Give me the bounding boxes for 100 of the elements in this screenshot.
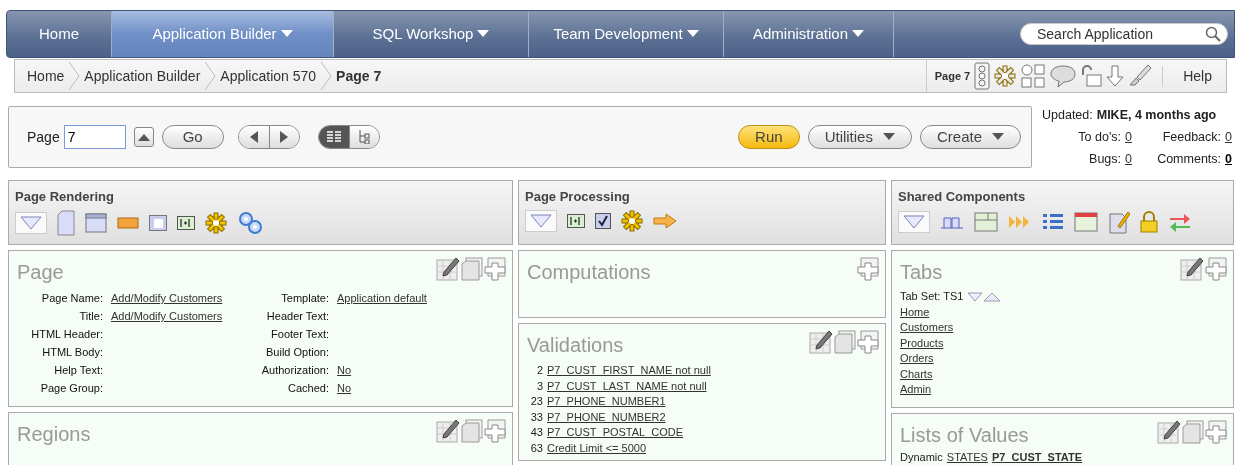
up-button[interactable] bbox=[133, 127, 154, 147]
settings-icon[interactable] bbox=[994, 65, 1017, 87]
tab-link[interactable]: Admin bbox=[900, 383, 932, 396]
validation-link[interactable]: Credit Limit <= 5000 bbox=[547, 440, 647, 457]
traffic-light-icon[interactable] bbox=[974, 62, 991, 90]
edit-icon[interactable] bbox=[1180, 257, 1204, 282]
triangle-icon bbox=[530, 213, 552, 228]
counter-link[interactable]: 0 bbox=[1125, 127, 1132, 147]
breadcrumb-current[interactable]: Page 7 bbox=[332, 65, 386, 87]
create-icon[interactable] bbox=[484, 257, 506, 282]
lov-item[interactable]: P7_CUST_STATE bbox=[991, 450, 1082, 465]
breadcrumb-link[interactable]: Application Builder bbox=[80, 65, 205, 87]
field-label: Title: bbox=[78, 309, 103, 325]
paintbrush-icon[interactable] bbox=[1108, 209, 1130, 234]
tab-link[interactable]: Products bbox=[900, 336, 944, 349]
validation-link[interactable]: P7_CUST_POSTAL_CODE bbox=[547, 425, 684, 441]
tab-link[interactable]: Orders bbox=[900, 352, 934, 365]
create-icon[interactable] bbox=[1205, 420, 1227, 445]
validation-link[interactable]: P7_CUST_LAST_NAME not null bbox=[547, 378, 707, 395]
dropdown-triangle-button[interactable] bbox=[525, 209, 557, 232]
page-number-field[interactable]: 7 bbox=[63, 125, 126, 149]
caret-icon bbox=[992, 133, 1004, 141]
tab-set-label: Tab Set: TS1 bbox=[900, 289, 964, 305]
nav-tab[interactable]: Team Development bbox=[529, 11, 724, 57]
counter-label: Bugs: bbox=[1089, 150, 1122, 168]
edit-icon[interactable] bbox=[436, 257, 460, 282]
field-link[interactable]: Add/Modify Customers bbox=[111, 289, 239, 308]
edit-icon[interactable] bbox=[436, 419, 460, 444]
page-icon[interactable] bbox=[57, 209, 75, 236]
field-label: Footer Text: bbox=[270, 327, 329, 343]
search-field[interactable]: Search Application bbox=[1020, 23, 1228, 45]
create-icon[interactable] bbox=[857, 257, 879, 282]
window-icon[interactable] bbox=[85, 212, 107, 233]
field-link[interactable]: Application default bbox=[337, 289, 504, 308]
sequence-number: 3 bbox=[535, 378, 543, 394]
dropdown-triangle-button[interactable] bbox=[898, 210, 930, 233]
go-button[interactable]: Go bbox=[161, 125, 224, 149]
help-link[interactable]: Help bbox=[1162, 65, 1226, 87]
shapes-icon[interactable] bbox=[1020, 63, 1047, 89]
counter-link[interactable]: 0 bbox=[1125, 149, 1132, 169]
counter-link[interactable]: 0 bbox=[1225, 127, 1232, 147]
nav-tab[interactable]: Administration bbox=[724, 11, 894, 57]
left-triangle-icon bbox=[249, 131, 258, 143]
search-icon[interactable] bbox=[1205, 26, 1221, 42]
next-button[interactable] bbox=[268, 126, 299, 148]
sort-triangles-icon[interactable] bbox=[967, 292, 1002, 302]
tab-link[interactable]: Home bbox=[900, 305, 930, 318]
unlocked-padlock-icon[interactable] bbox=[1080, 65, 1103, 87]
speech-bubble-icon[interactable] bbox=[1050, 64, 1077, 88]
text-field-icon[interactable] bbox=[149, 214, 167, 231]
arrow-icon[interactable] bbox=[653, 212, 677, 229]
previous-button[interactable] bbox=[238, 126, 269, 148]
sequence-number: 43 bbox=[529, 425, 543, 441]
tabs-icon[interactable] bbox=[940, 214, 964, 229]
up-triangle-icon bbox=[137, 133, 150, 141]
breadcrumb-link[interactable]: Home bbox=[23, 65, 69, 87]
tab-link[interactable]: Customers bbox=[900, 321, 954, 334]
run-button[interactable]: Run bbox=[738, 125, 800, 149]
calculation-icon[interactable] bbox=[567, 213, 585, 228]
lock-icon[interactable] bbox=[1140, 210, 1158, 233]
page-indicator: Page 7 bbox=[934, 68, 971, 84]
utilities-button[interactable]: Utilities bbox=[807, 125, 912, 149]
validation-link[interactable]: P7_PHONE_NUMBER1 bbox=[547, 394, 666, 410]
create-icon[interactable] bbox=[857, 330, 879, 355]
panel-title: Lists of Values bbox=[900, 423, 1029, 449]
tab-link[interactable]: Charts bbox=[900, 367, 933, 380]
field-link[interactable]: No bbox=[337, 379, 504, 398]
caret-icon bbox=[882, 133, 895, 141]
field-label: Template: bbox=[280, 291, 329, 307]
region-icon[interactable] bbox=[974, 211, 998, 232]
dropdown-triangle-button[interactable] bbox=[15, 211, 47, 234]
nav-tab[interactable]: SQL Workshop bbox=[334, 11, 529, 57]
field-label: Authorization: bbox=[260, 363, 329, 379]
list-view-button[interactable] bbox=[318, 126, 349, 148]
field-link[interactable]: No bbox=[337, 361, 504, 380]
list-icon bbox=[326, 131, 341, 143]
tree-view-button[interactable] bbox=[348, 126, 379, 148]
bar-icon[interactable] bbox=[117, 216, 139, 229]
validation-link[interactable]: P7_PHONE_NUMBER2 bbox=[547, 409, 666, 426]
validation-link[interactable]: P7_CUST_FIRST_NAME not null bbox=[547, 363, 711, 379]
brush-icon[interactable] bbox=[1128, 63, 1153, 89]
edit-icon[interactable] bbox=[1157, 420, 1181, 445]
checkbox-icon[interactable] bbox=[595, 212, 611, 229]
calculation-icon[interactable] bbox=[177, 215, 195, 230]
create-icon[interactable] bbox=[484, 419, 506, 444]
gear-icon[interactable] bbox=[205, 211, 227, 234]
edit-icon[interactable] bbox=[809, 330, 833, 355]
field-label: Page Group: bbox=[39, 381, 103, 397]
breadcrumb-link[interactable]: Application 570 bbox=[216, 65, 321, 87]
down-arrow-icon[interactable] bbox=[1106, 65, 1125, 87]
counter-link[interactable]: 0 bbox=[1225, 149, 1232, 169]
gears-icon[interactable] bbox=[237, 210, 263, 235]
list-icon[interactable] bbox=[1042, 212, 1064, 231]
field-link[interactable]: Add/Modify Customers bbox=[111, 307, 239, 326]
gear-icon[interactable] bbox=[621, 209, 643, 232]
lov-name[interactable]: STATES bbox=[946, 450, 988, 465]
template-icon[interactable] bbox=[1074, 211, 1098, 232]
field-label: HTML Body: bbox=[41, 345, 103, 361]
sequence-number: 33 bbox=[529, 409, 543, 425]
create-button[interactable]: Create bbox=[919, 125, 1021, 149]
